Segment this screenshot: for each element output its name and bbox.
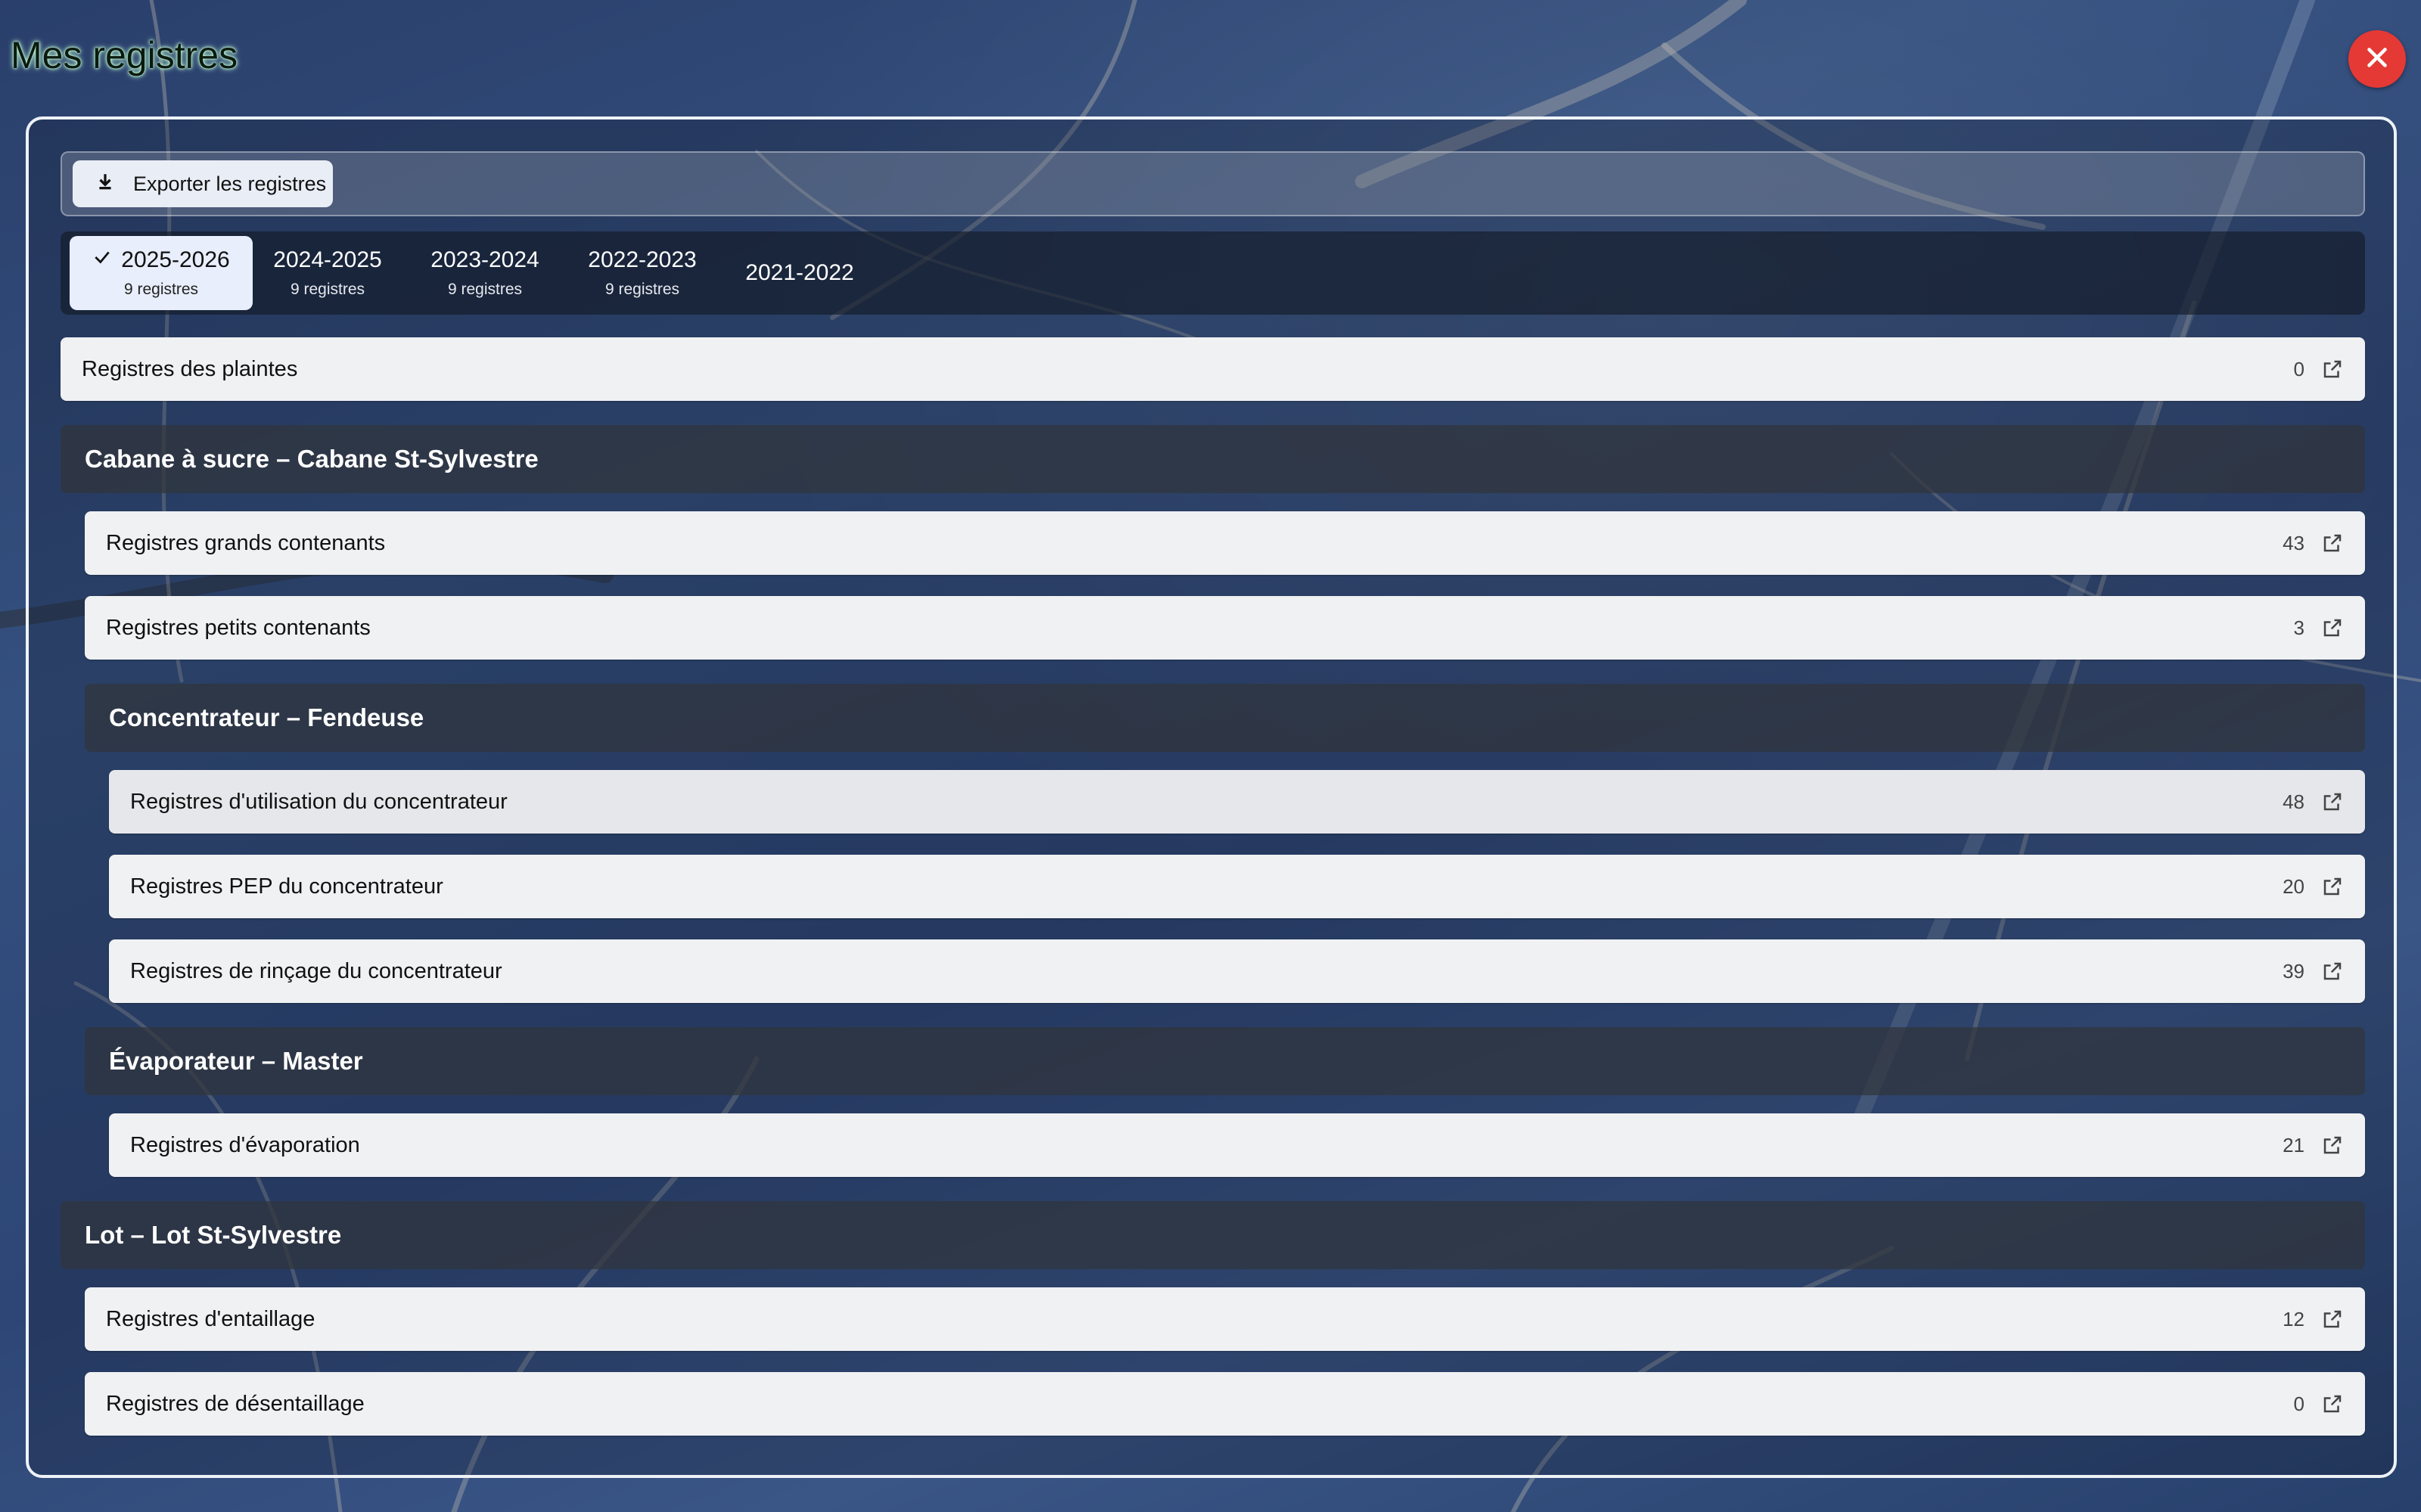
- record-count: 0: [2293, 1392, 2304, 1415]
- record-count: 21: [2283, 1133, 2304, 1157]
- close-icon: [2364, 44, 2391, 75]
- record-label: Registres des plaintes: [82, 356, 298, 381]
- season-tabs: 2025-2026 9 registres 2024-2025 9 regist…: [61, 231, 2365, 315]
- tab-2023-2024[interactable]: 2023-2024 9 registres: [393, 236, 577, 310]
- section-cabane: Cabane à sucre – Cabane St-Sylvestre: [61, 425, 2365, 493]
- record-row-rincage-concentrateur[interactable]: Registres de rinçage du concentrateur 39: [109, 939, 2365, 1003]
- tab-2022-2023[interactable]: 2022-2023 9 registres: [551, 236, 734, 310]
- record-row-desentaillage[interactable]: Registres de désentaillage 0: [85, 1372, 2365, 1436]
- record-count: 12: [2283, 1307, 2304, 1330]
- section-title: Lot – Lot St-Sylvestre: [85, 1221, 342, 1249]
- record-row-grands-contenants[interactable]: Registres grands contenants 43: [85, 511, 2365, 575]
- section-evaporateur: Évaporateur – Master: [85, 1027, 2365, 1095]
- tab-label: 2025-2026: [121, 247, 230, 272]
- tab-label: 2021-2022: [745, 260, 854, 285]
- open-in-new-icon[interactable]: [2321, 875, 2344, 898]
- record-count: 0: [2293, 357, 2304, 380]
- record-row-evaporation[interactable]: Registres d'évaporation 21: [109, 1113, 2365, 1177]
- record-count: 48: [2283, 790, 2304, 813]
- tab-2021-2022[interactable]: 2021-2022: [708, 236, 891, 310]
- open-in-new-icon[interactable]: [2321, 616, 2344, 639]
- open-in-new-icon[interactable]: [2321, 1308, 2344, 1330]
- open-in-new-icon[interactable]: [2321, 358, 2344, 380]
- tab-label: 2024-2025: [273, 247, 382, 272]
- section-title: Cabane à sucre – Cabane St-Sylvestre: [85, 445, 539, 473]
- tab-count: 9 registres: [290, 281, 365, 298]
- export-button[interactable]: Exporter les registres: [73, 160, 333, 207]
- records-panel: Exporter les registres 2025-2026 9 regis…: [26, 116, 2397, 1478]
- tab-label: 2023-2024: [430, 247, 539, 272]
- record-row-entaillage[interactable]: Registres d'entaillage 12: [85, 1287, 2365, 1351]
- section-title: Concentrateur – Fendeuse: [109, 703, 424, 731]
- section-lot: Lot – Lot St-Sylvestre: [61, 1201, 2365, 1269]
- record-label: Registres petits contenants: [106, 615, 371, 640]
- tab-label: 2022-2023: [588, 247, 697, 272]
- export-label: Exporter les registres: [133, 172, 327, 195]
- record-label: Registres de désentaillage: [106, 1391, 365, 1416]
- tab-count: 9 registres: [604, 281, 680, 298]
- page-title: Mes registres: [11, 34, 238, 76]
- record-label: Registres PEP du concentrateur: [130, 874, 443, 899]
- tab-count: 9 registres: [447, 281, 523, 298]
- tab-2024-2025[interactable]: 2024-2025 9 registres: [236, 236, 419, 310]
- record-row-utilisation-concentrateur[interactable]: Registres d'utilisation du concentrateur…: [109, 770, 2365, 834]
- record-label: Registres de rinçage du concentrateur: [130, 958, 502, 983]
- record-count: 3: [2293, 616, 2304, 639]
- record-row-pep-concentrateur[interactable]: Registres PEP du concentrateur 20: [109, 855, 2365, 918]
- tab-2025-2026[interactable]: 2025-2026 9 registres: [70, 236, 253, 310]
- download-icon: [95, 171, 115, 197]
- close-button[interactable]: [2348, 30, 2406, 88]
- open-in-new-icon[interactable]: [2321, 960, 2344, 983]
- open-in-new-icon[interactable]: [2321, 532, 2344, 554]
- record-label: Registres d'entaillage: [106, 1306, 315, 1331]
- section-concentrateur: Concentrateur – Fendeuse: [85, 684, 2365, 752]
- record-count: 39: [2283, 959, 2304, 983]
- record-label: Registres d'utilisation du concentrateur: [130, 789, 508, 814]
- toolbar: Exporter les registres: [61, 151, 2365, 216]
- record-row-petits-contenants[interactable]: Registres petits contenants 3: [85, 596, 2365, 660]
- open-in-new-icon[interactable]: [2321, 1392, 2344, 1415]
- record-count: 43: [2283, 531, 2304, 554]
- record-label: Registres grands contenants: [106, 530, 386, 555]
- tab-count: 9 registres: [123, 281, 199, 298]
- open-in-new-icon[interactable]: [2321, 1134, 2344, 1157]
- record-count: 20: [2283, 874, 2304, 898]
- check-icon: [92, 247, 112, 273]
- open-in-new-icon[interactable]: [2321, 790, 2344, 813]
- section-title: Évaporateur – Master: [109, 1047, 363, 1075]
- record-label: Registres d'évaporation: [130, 1132, 360, 1157]
- record-row-plaintes[interactable]: Registres des plaintes 0: [61, 337, 2365, 401]
